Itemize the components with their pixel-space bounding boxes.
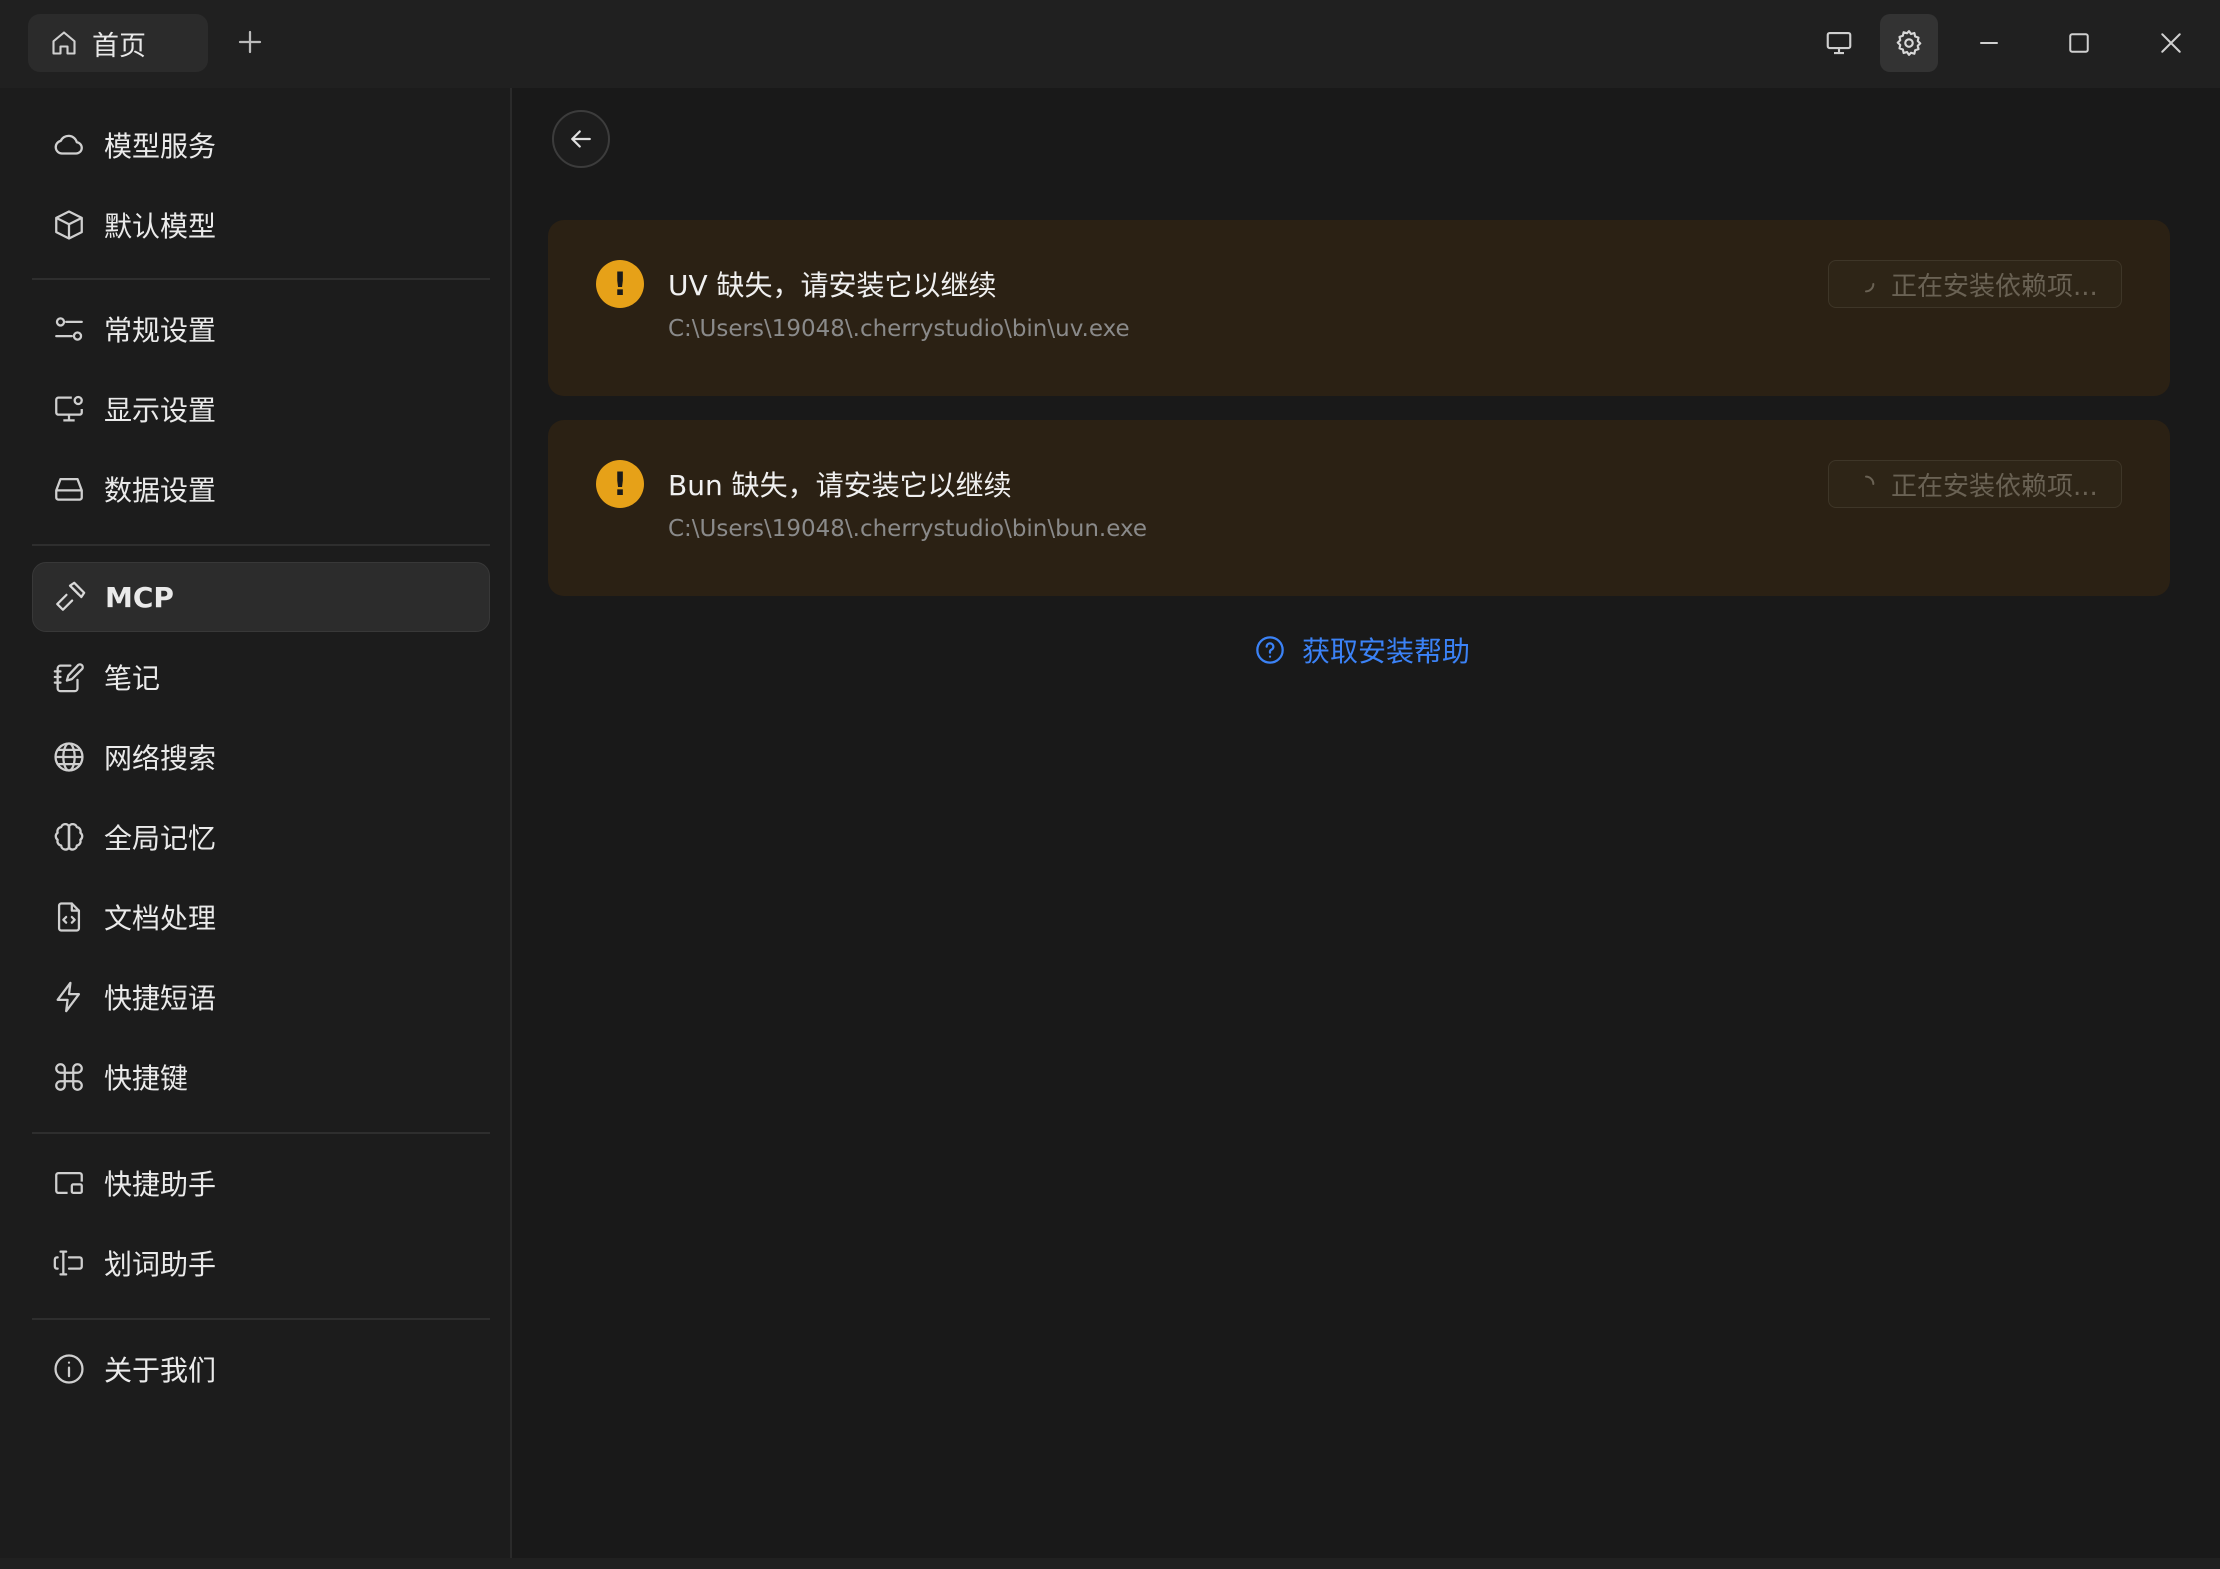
- back-button[interactable]: [552, 110, 610, 168]
- brain-icon: [54, 823, 84, 851]
- hard-drive-icon: [55, 477, 83, 501]
- sidebar-item-data-settings[interactable]: 数据设置: [32, 454, 490, 524]
- sidebar-item-display-settings[interactable]: 显示设置: [32, 374, 490, 444]
- close-icon: [2161, 33, 2181, 53]
- sidebar-item-quick-phrases[interactable]: 快捷短语: [32, 962, 490, 1032]
- maximize-icon: [2069, 33, 2089, 53]
- bun-missing-alert: ! Bun 缺失，请安装它以继续 C:\Users\19048\.cherrys…: [548, 420, 2170, 596]
- sidebar-item-model-service[interactable]: 模型服务: [32, 110, 490, 180]
- sidebar-divider: [32, 278, 490, 280]
- sidebar-item-label: 默认模型: [104, 210, 217, 243]
- text-cursor-input-icon: [53, 1250, 83, 1276]
- new-tab-button[interactable]: [230, 22, 270, 62]
- sidebar-item-mcp[interactable]: MCP: [32, 562, 490, 632]
- monitor-settings-icon: [55, 395, 83, 422]
- sidebar-divider: [32, 1132, 490, 1134]
- gear-icon: [1896, 30, 1922, 56]
- alert-path: C:\Users\19048\.cherrystudio\bin\uv.exe: [668, 316, 1130, 342]
- minimize-button[interactable]: [1960, 14, 2018, 72]
- monitor-icon: [1826, 31, 1852, 55]
- minimize-icon: [1980, 42, 1998, 44]
- app-window-icon: [55, 1171, 83, 1195]
- title-bar: 首页: [0, 0, 2220, 88]
- uv-missing-alert: ! UV 缺失，请安装它以继续 C:\Users\19048\.cherryst…: [548, 220, 2170, 396]
- sidebar-item-web-search[interactable]: 网络搜索: [32, 722, 490, 792]
- sidebar-item-global-memory[interactable]: 全局记忆: [32, 802, 490, 872]
- sidebar-item-about[interactable]: 关于我们: [32, 1334, 490, 1404]
- sidebar-item-label: 快捷助手: [104, 1168, 217, 1201]
- sidebar-item-label: 快捷短语: [104, 982, 217, 1015]
- home-icon: [52, 31, 76, 55]
- plus-icon: [238, 30, 262, 54]
- mcp-main-panel: ! UV 缺失，请安装它以继续 C:\Users\19048\.cherryst…: [512, 88, 2220, 1558]
- sidebar-item-notes[interactable]: 笔记: [32, 642, 490, 712]
- notebook-pen-icon: [53, 663, 84, 693]
- app-window: 首页 模型服务 默认模型 常规设置 显示设置 数据设置 MCP 笔记 网络搜索 …: [0, 0, 2220, 1569]
- settings-sidebar: 模型服务 默认模型 常规设置 显示设置 数据设置 MCP 笔记 网络搜索 全局记…: [0, 88, 512, 1558]
- settings-button[interactable]: [1880, 14, 1938, 72]
- sidebar-item-selection-assistant[interactable]: 划词助手: [32, 1228, 490, 1298]
- install-button-label: 正在安装依赖项...: [1891, 471, 2098, 502]
- installing-dependencies-button[interactable]: 正在安装依赖项...: [1828, 260, 2122, 308]
- hammer-icon: [56, 581, 86, 611]
- display-mode-button[interactable]: [1810, 14, 1868, 72]
- sidebar-item-label: 网络搜索: [104, 742, 217, 775]
- loading-spinner-icon: [1864, 475, 1875, 486]
- help-link-label: 获取安装帮助: [1302, 635, 1471, 668]
- sidebar-item-label: 文档处理: [104, 902, 217, 935]
- file-code-icon: [57, 902, 81, 932]
- sidebar-item-document-processing[interactable]: 文档处理: [32, 882, 490, 952]
- sidebar-item-quick-assistant[interactable]: 快捷助手: [32, 1148, 490, 1218]
- cube-icon: [55, 210, 83, 240]
- info-icon: [54, 1354, 84, 1384]
- install-button-label: 正在安装依赖项...: [1891, 271, 2098, 302]
- sidebar-item-label: 关于我们: [104, 1354, 217, 1387]
- arrow-left-icon: [571, 130, 591, 148]
- warning-icon: !: [596, 260, 644, 308]
- loading-spinner-icon: [1864, 282, 1875, 293]
- sidebar-divider: [32, 1318, 490, 1320]
- sidebar-item-label: 笔记: [104, 662, 161, 695]
- alert-path: C:\Users\19048\.cherrystudio\bin\bun.exe: [668, 516, 1148, 542]
- sidebar-item-label: 显示设置: [104, 394, 217, 427]
- alert-title: UV 缺失，请安装它以继续: [668, 269, 997, 302]
- sidebar-item-label: MCP: [105, 580, 174, 614]
- tab-home-label: 首页: [92, 30, 146, 62]
- sidebar-item-label: 划词助手: [104, 1248, 217, 1281]
- installation-help-link[interactable]: 获取安装帮助: [1254, 630, 1470, 670]
- sidebar-item-label: 常规设置: [104, 314, 217, 347]
- warning-icon: !: [596, 460, 644, 508]
- tab-home[interactable]: 首页: [28, 14, 208, 72]
- sliders-icon: [55, 317, 83, 341]
- sidebar-item-label: 快捷键: [104, 1062, 189, 1095]
- command-icon: [55, 1063, 83, 1091]
- sidebar-item-label: 模型服务: [104, 130, 217, 163]
- close-window-button[interactable]: [2142, 14, 2200, 72]
- help-circle-icon: [1256, 636, 1284, 664]
- installing-dependencies-button[interactable]: 正在安装依赖项...: [1828, 460, 2122, 508]
- globe-icon: [54, 742, 84, 772]
- sidebar-divider: [32, 544, 490, 546]
- sidebar-item-shortcuts[interactable]: 快捷键: [32, 1042, 490, 1112]
- maximize-button[interactable]: [2050, 14, 2108, 72]
- sidebar-item-default-model[interactable]: 默认模型: [32, 190, 490, 260]
- zap-icon: [56, 981, 81, 1013]
- sidebar-item-general-settings[interactable]: 常规设置: [32, 294, 490, 364]
- alert-title: Bun 缺失，请安装它以继续: [668, 469, 1012, 502]
- sidebar-item-label: 全局记忆: [104, 822, 217, 855]
- cloud-icon: [54, 134, 83, 155]
- sidebar-item-label: 数据设置: [104, 474, 217, 507]
